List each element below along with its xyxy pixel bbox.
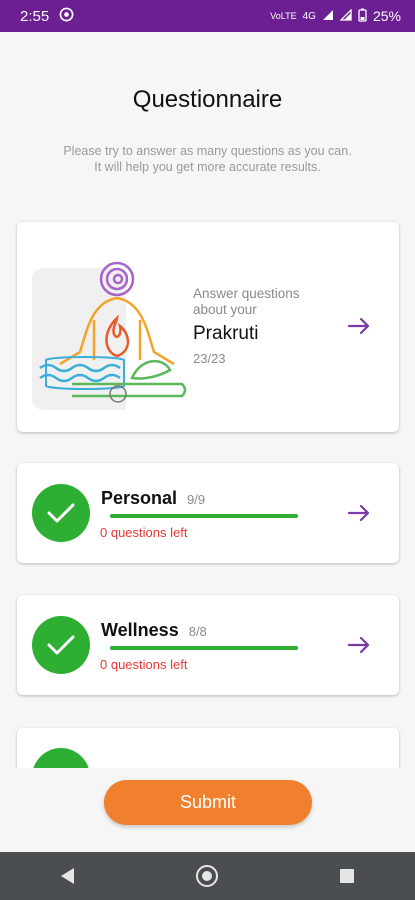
section-title: Personal 9/9	[101, 488, 205, 509]
volte-label: VoLTE	[270, 11, 297, 21]
recents-icon[interactable]	[340, 869, 354, 883]
submit-button[interactable]: Submit	[104, 780, 312, 825]
section-card-personal[interactable]: Personal 9/9 0 questions left	[17, 463, 399, 563]
arrow-right-icon[interactable]	[347, 503, 371, 523]
section-title: Wellness 8/8	[101, 620, 207, 641]
section-count: 9/9	[187, 492, 206, 507]
section-name: Wellness	[101, 620, 179, 640]
progress-fill	[110, 514, 298, 518]
status-time: 2:55	[20, 7, 50, 25]
page-subtitle: Please try to answer as many questions a…	[0, 143, 415, 175]
page-title: Questionnaire	[132, 86, 283, 113]
arrow-right-icon[interactable]	[347, 635, 371, 655]
section-count: 8/8	[188, 624, 207, 639]
section-name: Personal	[101, 488, 178, 508]
network-label: 4G	[302, 10, 316, 22]
prakruti-caption: Answer questions about your	[193, 286, 300, 317]
progress-bar	[110, 646, 298, 650]
prakruti-count: 23/23	[193, 351, 226, 366]
back-icon[interactable]	[61, 868, 74, 884]
section-card-wellness[interactable]: Wellness 8/8 0 questions left	[17, 595, 399, 695]
battery-icon	[358, 8, 367, 25]
subtitle-line-1: Please try to answer as many questions a…	[63, 144, 352, 158]
home-icon[interactable]	[196, 865, 218, 887]
progress-fill	[110, 646, 298, 650]
check-icon	[32, 484, 90, 542]
section-card-partial[interactable]	[17, 728, 399, 768]
signal-icon-2	[339, 7, 352, 24]
status-bar: 2:55 VoLTE 4G 25%	[0, 0, 415, 32]
subtitle-line-2: It will help you get more accurate resul…	[94, 160, 321, 174]
signal-icon	[322, 9, 334, 24]
arrow-right-icon[interactable]	[347, 316, 371, 336]
check-icon	[32, 616, 90, 674]
questions-left: 0 questions left	[100, 525, 188, 540]
yoga-meditation-icon	[32, 260, 192, 415]
prakruti-card[interactable]: Answer questions about your Prakruti 23/…	[17, 222, 399, 432]
prakruti-title: Prakruti	[193, 323, 259, 344]
progress-bar	[110, 514, 298, 518]
navigation-bar	[0, 852, 415, 900]
questions-left: 0 questions left	[100, 657, 188, 672]
battery-level: 25%	[372, 8, 401, 24]
notification-icon	[59, 7, 74, 26]
check-icon	[32, 748, 90, 768]
